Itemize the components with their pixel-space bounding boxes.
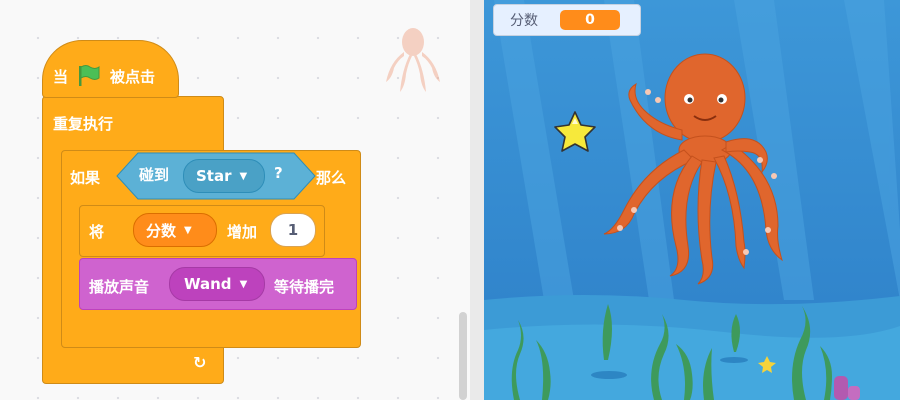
- variable-dropdown-value: 分数: [146, 221, 177, 240]
- variable-dropdown[interactable]: 分数 ▼: [133, 213, 217, 247]
- change-variable-label: 将: [89, 223, 105, 241]
- sound-dropdown[interactable]: Wand ▼: [169, 267, 265, 301]
- play-sound-label: 播放声音: [89, 278, 150, 296]
- touching-label: 碰到: [139, 166, 170, 184]
- touching-question-mark: ?: [274, 164, 283, 182]
- when-flag-clicked-block[interactable]: 当 被点击: [42, 40, 179, 98]
- forever-label: 重复执行: [53, 115, 114, 133]
- dropdown-caret-icon: ▼: [184, 224, 192, 236]
- hat-clicked-label: 被点击: [110, 67, 156, 86]
- sprite-thumbnail: [386, 28, 440, 92]
- if-label: 如果: [70, 169, 101, 187]
- monitor-label: 分数: [510, 13, 538, 29]
- loop-arrow-icon: ↻: [193, 353, 207, 372]
- increment-amount-input[interactable]: 1: [270, 213, 316, 247]
- variable-monitor[interactable]: 分数 0: [493, 4, 641, 36]
- monitor-value: 0: [560, 10, 620, 30]
- green-flag-icon: [79, 65, 100, 86]
- sound-dropdown-value: Wand: [184, 275, 232, 293]
- dropdown-caret-icon: ▼: [239, 170, 248, 182]
- increase-label: 增加: [227, 223, 258, 241]
- until-done-label: 等待播完: [274, 278, 335, 296]
- stage-backdrop-underwater: [484, 0, 900, 400]
- code-area-scrollbar[interactable]: [459, 312, 467, 400]
- dropdown-caret-icon: ▼: [239, 278, 248, 290]
- touching-target-value: Star: [196, 167, 232, 185]
- stage[interactable]: [484, 0, 900, 400]
- then-label: 那么: [316, 169, 347, 187]
- hat-when-label: 当: [53, 67, 69, 86]
- touching-target-dropdown[interactable]: Star ▼: [183, 159, 265, 193]
- increment-amount-value: 1: [287, 221, 299, 239]
- pane-divider: [470, 0, 484, 400]
